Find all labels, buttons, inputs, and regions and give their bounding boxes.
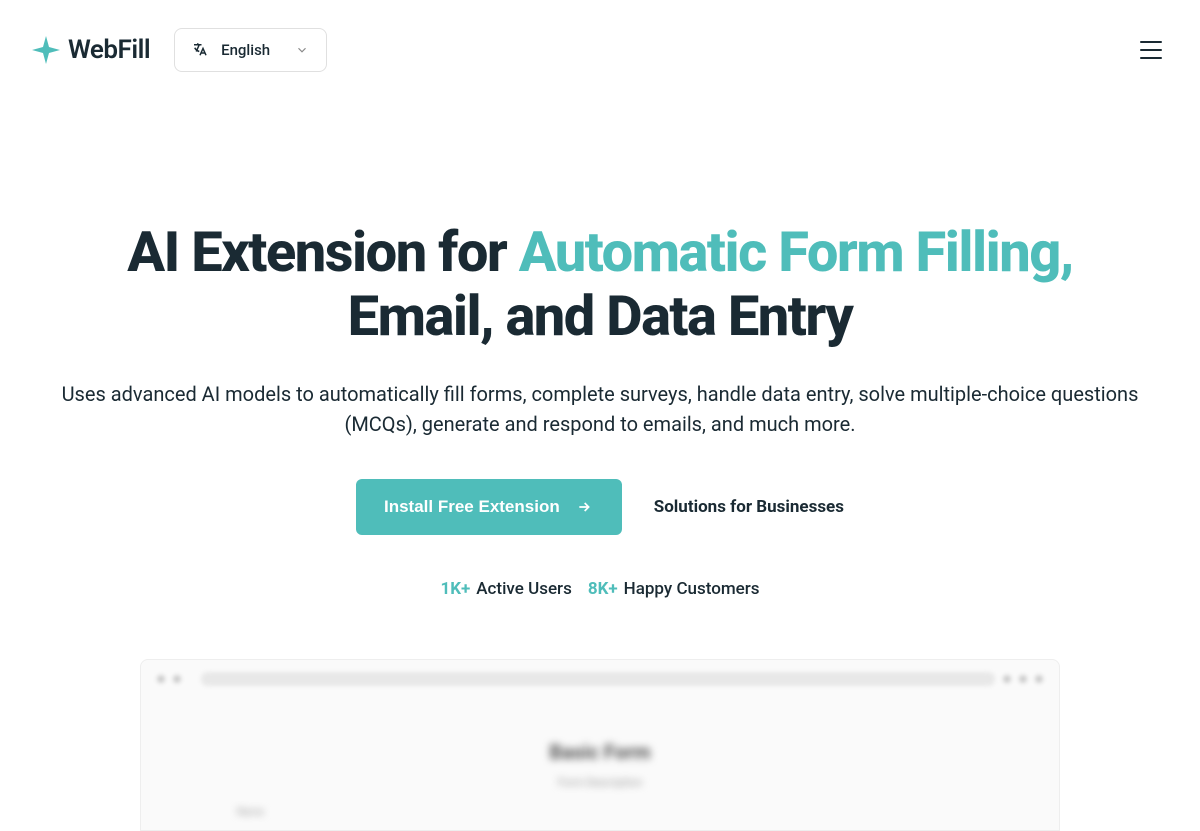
demo-field-label: Name [237, 807, 963, 818]
header: WebFill English [0, 0, 1200, 100]
stats-row: 1K+ Active Users 8K+ Happy Customers [60, 579, 1140, 599]
stat-active-users: 1K+ Active Users [440, 579, 571, 599]
stat-customers-value: 8K+ [588, 579, 618, 599]
hero-title-part1: AI Extension for [127, 219, 518, 285]
translate-icon [191, 41, 209, 59]
hero-title-highlight: Automatic Form Filling, [519, 219, 1073, 285]
stat-customers-label: Happy Customers [624, 579, 760, 599]
stat-users-label: Active Users [476, 579, 572, 599]
chevron-down-icon [294, 42, 310, 58]
header-left: WebFill English [30, 28, 327, 72]
demo-preview: Basic Form Form Description Name [140, 659, 1060, 831]
demo-form-subtitle: Form Description [237, 776, 963, 789]
stat-users-value: 1K+ [440, 579, 470, 599]
hero-subtitle: Uses advanced AI models to automatically… [60, 379, 1140, 439]
demo-form-title: Basic Form [237, 740, 963, 764]
hero-title: AI Extension for Automatic Form Filling,… [60, 220, 1140, 349]
cta-buttons: Install Free Extension Solutions for Bus… [60, 479, 1140, 535]
stat-happy-customers: 8K+ Happy Customers [588, 579, 760, 599]
arrow-right-icon [574, 499, 594, 515]
demo-content: Basic Form Form Description Name [157, 710, 1043, 818]
hero-section: AI Extension for Automatic Form Filling,… [0, 100, 1200, 831]
hamburger-icon [1140, 41, 1162, 59]
install-extension-button[interactable]: Install Free Extension [356, 479, 622, 535]
hero-title-part2: Email, and Data Entry [348, 283, 853, 349]
menu-button[interactable] [1132, 33, 1170, 67]
logo-text: WebFill [68, 35, 150, 65]
browser-bar [157, 672, 1043, 686]
language-selected: English [221, 41, 270, 59]
solutions-link[interactable]: Solutions for Businesses [654, 497, 844, 517]
logo[interactable]: WebFill [30, 34, 150, 66]
language-selector[interactable]: English [174, 28, 327, 72]
primary-cta-label: Install Free Extension [384, 497, 560, 517]
sparkle-icon [30, 34, 62, 66]
